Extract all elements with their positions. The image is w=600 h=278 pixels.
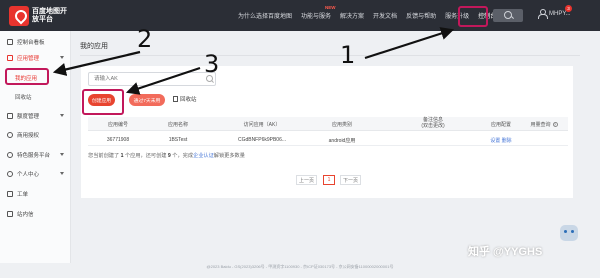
annotation-arrows [52, 27, 455, 95]
arrow-1 [364, 27, 455, 60]
arrow-2 [52, 50, 141, 76]
arrow-3 [125, 66, 201, 95]
